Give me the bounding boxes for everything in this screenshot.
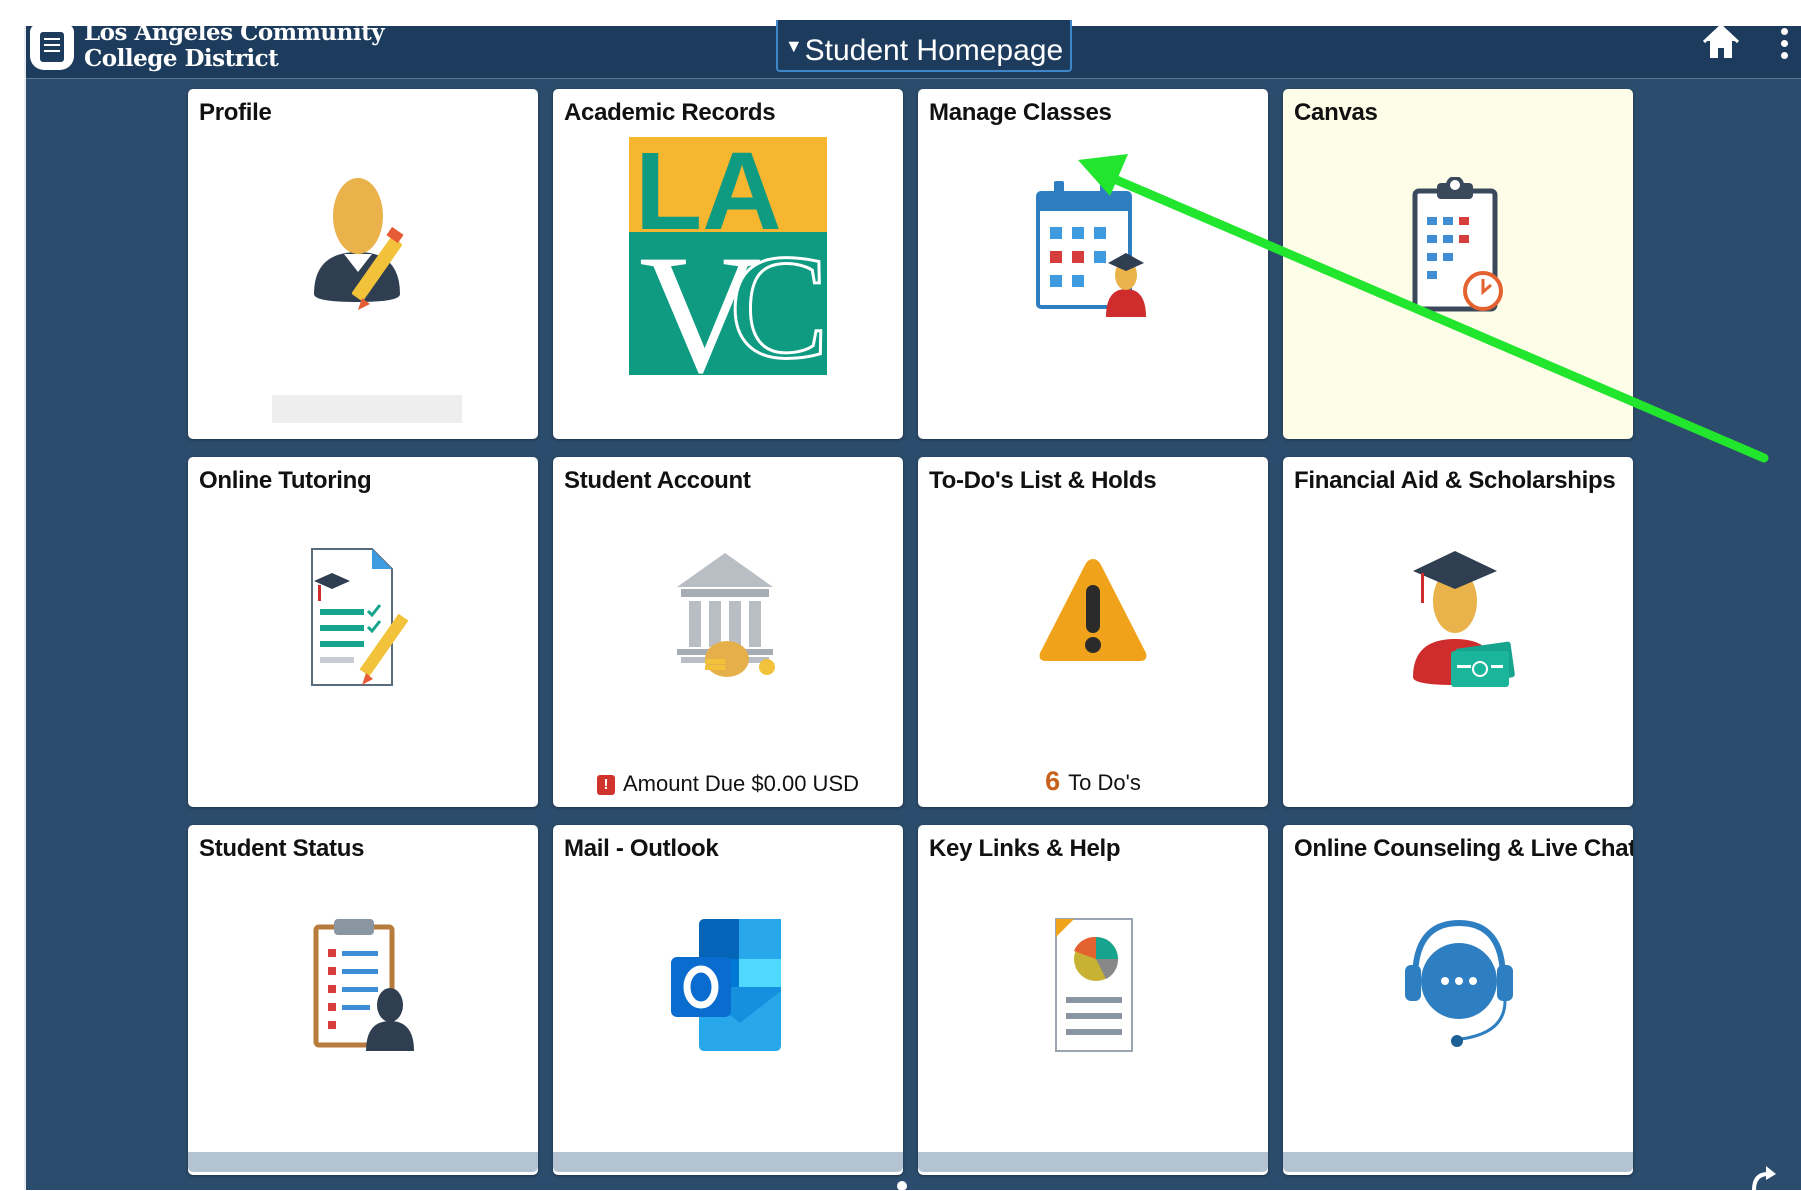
tile-title: Financial Aid & Scholarships: [1294, 467, 1616, 494]
tile-academic-records[interactable]: Academic Records LA V C: [553, 89, 903, 439]
header-bar: Los Angeles Community College District ▼…: [26, 20, 1801, 79]
refresh-icon[interactable]: [1748, 1166, 1778, 1190]
tile-student-account[interactable]: Student Account ! Amount Due $0.00 USD: [553, 457, 903, 807]
clipboard-person-icon: [313, 919, 414, 1051]
tile-title: Manage Classes: [929, 99, 1112, 126]
amount-due-status: ! Amount Due $0.00 USD: [553, 771, 903, 797]
more-vertical-icon[interactable]: [1778, 28, 1790, 62]
tile-title: Mail - Outlook: [564, 835, 719, 862]
clipboard-clock-icon: [1412, 177, 1503, 312]
district-logo-text: Los Angeles Community College District: [84, 19, 385, 72]
profile-name-placeholder: [272, 395, 462, 423]
todo-count: 6: [1045, 766, 1061, 796]
district-logo[interactable]: Los Angeles Community College District: [30, 18, 385, 74]
tile-title: Student Account: [564, 467, 751, 494]
tile-title: Academic Records: [564, 99, 776, 126]
amount-due-text: Amount Due $0.00 USD: [622, 771, 860, 796]
tile-key-links-help[interactable]: Key Links & Help: [918, 825, 1268, 1175]
tile-title: Online Tutoring: [199, 467, 372, 494]
tile-title: Key Links & Help: [929, 835, 1121, 862]
tile-title: Profile: [199, 99, 272, 126]
district-seal-icon: [30, 24, 74, 70]
tutoring-document-icon: [311, 548, 409, 686]
logo-line-2: College District: [84, 45, 279, 72]
tile-financial-aid[interactable]: Financial Aid & Scholarships: [1283, 457, 1633, 807]
tile-mail-outlook[interactable]: Mail - Outlook: [553, 825, 903, 1175]
todo-status: 6 To Do's: [918, 766, 1268, 797]
tile-todo-list-holds[interactable]: To-Do's List & Holds 6 To Do's: [918, 457, 1268, 807]
outlook-icon: [671, 919, 781, 1051]
tile-student-status[interactable]: Student Status: [188, 825, 538, 1175]
page-switcher-label: Student Homepage: [804, 34, 1064, 67]
tile-title: To-Do's List & Holds: [929, 467, 1157, 494]
alert-icon: !: [596, 775, 615, 795]
tile-manage-classes[interactable]: Manage Classes: [918, 89, 1268, 439]
report-chart-icon: [1055, 918, 1133, 1052]
home-icon[interactable]: [1702, 22, 1740, 64]
warning-icon: [1039, 559, 1147, 661]
tile-title: Student Status: [199, 835, 365, 862]
bank-money-icon: [677, 553, 775, 677]
graduate-money-icon: [1413, 551, 1515, 687]
tile-title: Canvas: [1294, 99, 1378, 126]
tile-online-counseling[interactable]: Online Counseling & Live Chat: [1283, 825, 1633, 1175]
class-calendar-icon: [1036, 181, 1146, 317]
caret-down-icon: ▼: [784, 36, 803, 56]
headset-chat-icon: [1405, 919, 1513, 1047]
lavc-logo: LA V C: [629, 137, 827, 375]
tile-canvas[interactable]: Canvas: [1283, 89, 1633, 439]
tile-title: Online Counseling & Live Chat: [1294, 835, 1633, 862]
lavc-c-text: C: [729, 224, 827, 375]
todo-count-label: To Do's: [1068, 770, 1141, 795]
tile-online-tutoring[interactable]: Online Tutoring: [188, 457, 538, 807]
profile-edit-icon: [314, 178, 404, 310]
logo-line-1: Los Angeles Community: [84, 19, 385, 46]
tile-profile[interactable]: Profile: [188, 89, 538, 439]
page-switcher-dropdown[interactable]: ▼Student Homepage: [776, 20, 1072, 72]
